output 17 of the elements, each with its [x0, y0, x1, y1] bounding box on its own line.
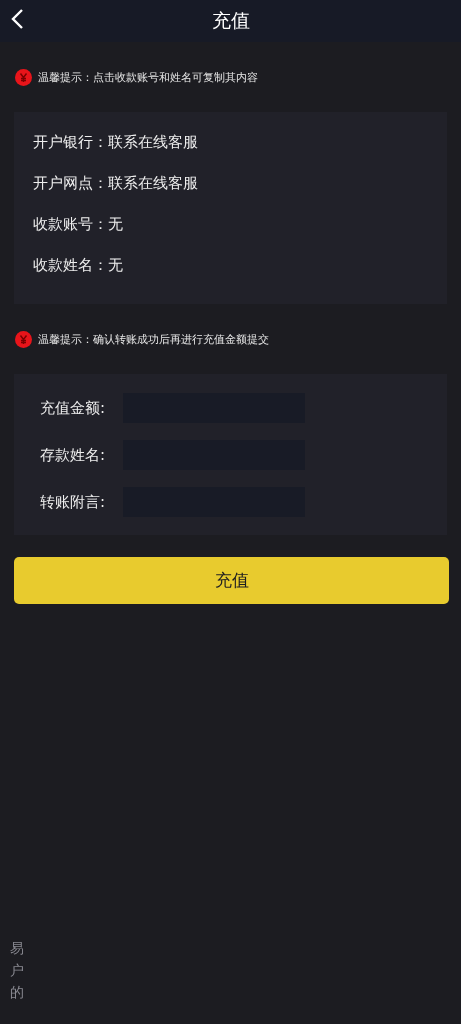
field-label: 存款姓名:: [40, 445, 107, 465]
field-label: 转账附言:: [40, 492, 107, 512]
account-info-row[interactable]: 开户网点：联系在线客服: [33, 171, 447, 212]
page-title: 充值: [211, 8, 250, 33]
chevron-left-icon: [10, 8, 24, 30]
background-text: 户: [10, 961, 24, 980]
account-info-row[interactable]: 开户银行：联系在线客服: [33, 130, 447, 171]
account-info-row[interactable]: 收款姓名：无: [33, 253, 447, 294]
yen-badge-icon: [15, 330, 32, 348]
notice-text: 温馨提示：确认转账成功后再进行充值金额提交: [38, 331, 269, 347]
submit-button[interactable]: 充值: [14, 557, 449, 604]
account-info-row[interactable]: 收款账号：无: [33, 212, 447, 253]
notice-text: 温馨提示：点击收款账号和姓名可复制其内容: [38, 69, 258, 85]
background-text: 易: [10, 939, 24, 958]
background-text: 的: [10, 983, 24, 1002]
field-label: 充值金额:: [40, 398, 107, 418]
yen-badge-icon: [15, 68, 32, 86]
